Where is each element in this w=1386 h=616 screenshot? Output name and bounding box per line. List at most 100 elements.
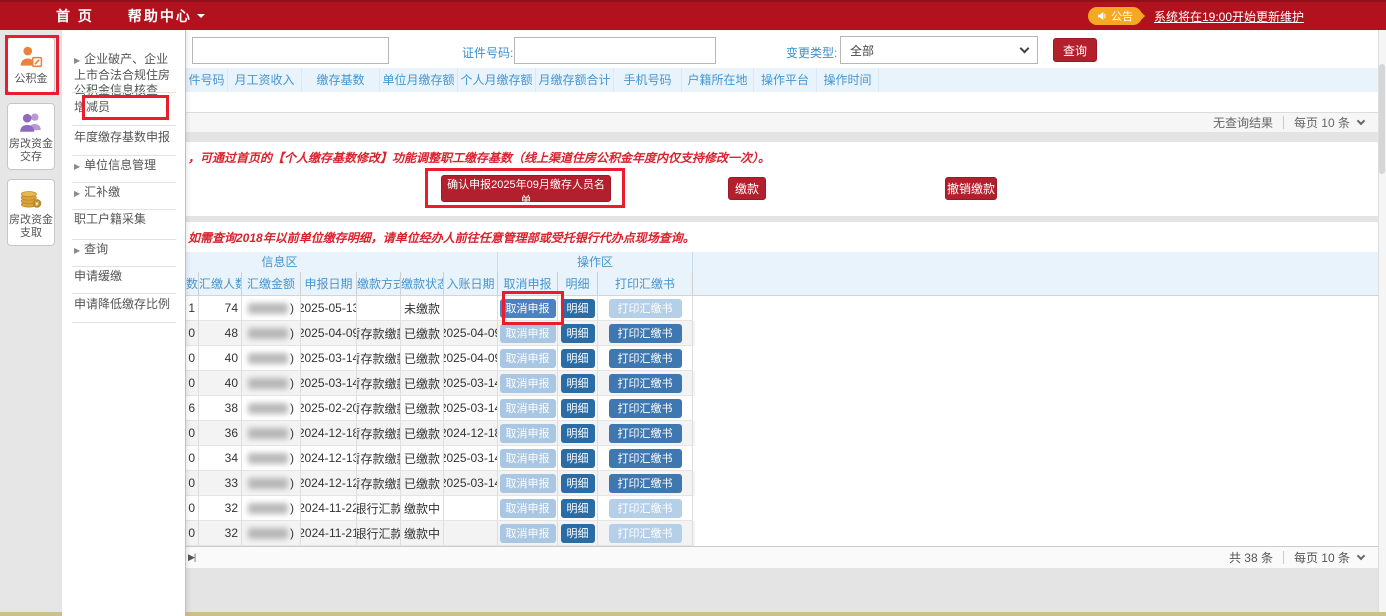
employee-col-header-3: 缴存基数	[302, 68, 380, 92]
amount-suffix: )	[290, 476, 294, 490]
menu-item-5[interactable]: ▶汇补缴	[74, 185, 180, 201]
pay-method-cell: 暂存款缴款	[357, 346, 401, 371]
rail-item-gongjijin[interactable]: 公积金	[7, 37, 55, 93]
extra-count-cell: 6	[186, 396, 199, 421]
entry-date-cell: 2025-03-14	[444, 396, 498, 421]
revoke-pay-button[interactable]: 撤销缴款	[945, 177, 997, 200]
amount-cell: )	[242, 496, 301, 521]
people-count-cell: 32	[199, 496, 242, 521]
print-remit-button[interactable]: 打印汇缴书	[609, 474, 682, 493]
employee-col-header-5: 个人月缴存额	[458, 68, 536, 92]
confirm-declare-button[interactable]: 确认申报2025年09月缴存人员名单	[441, 175, 611, 202]
detail-button-cell: 明细	[558, 396, 598, 421]
pay-button[interactable]: 缴款	[728, 177, 766, 200]
entry-date-cell: 2025-03-14	[444, 371, 498, 396]
divider	[1283, 116, 1284, 129]
entry-date-cell	[444, 521, 498, 546]
amount-suffix: )	[290, 376, 294, 390]
detail-button[interactable]: 明细	[561, 474, 595, 493]
redacted-amount	[248, 453, 288, 464]
menu-item-8[interactable]: 申请缓缴	[74, 269, 180, 284]
id-number-input[interactable]	[514, 37, 716, 64]
people-count-cell: 40	[199, 346, 242, 371]
menu-item-2[interactable]: 增减员	[74, 100, 180, 115]
detail-button[interactable]: 明细	[561, 424, 595, 443]
amount-suffix: )	[290, 501, 294, 515]
query-button[interactable]: 查询	[1053, 38, 1097, 62]
extra-count-cell: 0	[186, 521, 199, 546]
detail-button[interactable]: 明细	[561, 399, 595, 418]
menu-divider	[72, 125, 176, 126]
cancel-declare-button: 取消申报	[500, 424, 556, 443]
scrollbar-thumb[interactable]	[1379, 64, 1385, 174]
declare-date-cell: 2024-12-18	[301, 421, 357, 446]
menu-item-6[interactable]: 职工户籍采集	[74, 212, 180, 227]
people-icon	[18, 109, 44, 135]
print-remit-button[interactable]: 打印汇缴书	[609, 374, 682, 393]
redacted-amount	[248, 378, 288, 389]
redacted-amount	[248, 353, 288, 364]
detail-button[interactable]: 明细	[561, 374, 595, 393]
print-remit-button: 打印汇缴书	[609, 299, 682, 318]
menu-item-9[interactable]: 申请降低缴存比例	[74, 297, 180, 312]
detail-button-cell: 明细	[558, 421, 598, 446]
declare-date-cell: 2025-03-14	[301, 371, 357, 396]
pay-method-cell	[357, 296, 401, 321]
scroll-end-icon[interactable]: ▶|	[188, 552, 195, 563]
chevron-right-icon: ▶	[74, 162, 80, 171]
cancel-declare-button-cell: 取消申报	[498, 346, 558, 371]
id-number-label: 证件号码:	[462, 44, 513, 61]
change-type-select[interactable]: 全部	[840, 36, 1038, 64]
chevron-down-icon	[1020, 44, 1030, 54]
entry-date-cell: 2025-03-14	[444, 446, 498, 471]
print-remit-button[interactable]: 打印汇缴书	[609, 349, 682, 368]
cancel-declare-button[interactable]: 取消申报	[500, 299, 556, 318]
menu-item-7[interactable]: ▶查询	[74, 242, 180, 258]
maintenance-notice-link[interactable]: 系统将在19:00开始更新维护	[1154, 8, 1304, 25]
detail-button[interactable]: 明细	[561, 449, 595, 468]
extra-count-cell: 0	[186, 446, 199, 471]
people-count-cell: 74	[199, 296, 242, 321]
employee-table-toolbar: 无查询结果 每页 10 条	[62, 112, 1378, 132]
remit-col-header-10: 打印汇缴书	[598, 272, 693, 295]
amount-cell: )	[242, 396, 301, 421]
print-remit-button-cell: 打印汇缴书	[598, 421, 693, 446]
employee-col-header-9: 操作平台	[754, 68, 817, 92]
chevron-down-icon[interactable]	[1357, 117, 1365, 125]
nav-home[interactable]: 首 页	[56, 6, 94, 26]
redacted-amount	[248, 503, 288, 514]
people-count-cell: 48	[199, 321, 242, 346]
pay-status-cell: 未缴款	[401, 296, 444, 321]
menu-divider	[72, 182, 176, 183]
employee-col-header-8: 户籍所在地	[682, 68, 754, 92]
pay-method-cell: 暂存款缴款	[357, 321, 401, 346]
print-remit-button[interactable]: 打印汇缴书	[609, 399, 682, 418]
page-size-label: 每页 10 条	[1294, 114, 1350, 131]
query-section: 证件号码: 变更类型: 全部 查询 件号码月工资收入缴存基数单位月缴存额个人月缴…	[62, 30, 1378, 132]
pay-method-cell: 暂存款缴款	[357, 421, 401, 446]
pay-status-cell: 已缴款	[401, 471, 444, 496]
print-remit-button[interactable]: 打印汇缴书	[609, 424, 682, 443]
declare-date-cell: 2025-03-14	[301, 346, 357, 371]
detail-button[interactable]: 明细	[561, 299, 595, 318]
menu-divider	[72, 266, 176, 267]
print-remit-button[interactable]: 打印汇缴书	[609, 449, 682, 468]
amount-suffix: )	[290, 326, 294, 340]
chevron-down-icon[interactable]	[1357, 552, 1365, 560]
detail-button[interactable]: 明细	[561, 324, 595, 343]
nav-help-center[interactable]: 帮助中心	[128, 6, 205, 26]
detail-button[interactable]: 明细	[561, 499, 595, 518]
menu-item-3[interactable]: 年度缴存基数申报	[74, 130, 180, 145]
detail-button[interactable]: 明细	[561, 349, 595, 368]
cancel-declare-button-cell: 取消申报	[498, 421, 558, 446]
rail-item-fanggai-deposit[interactable]: 房改资金交存	[7, 103, 55, 170]
rail-item-fanggai-withdraw[interactable]: ¥ 房改资金支取	[7, 179, 55, 246]
detail-button[interactable]: 明细	[561, 524, 595, 543]
print-remit-button[interactable]: 打印汇缴书	[609, 324, 682, 343]
menu-item-4[interactable]: ▶单位信息管理	[74, 158, 180, 174]
keyword-input[interactable]	[192, 37, 389, 64]
pay-status-cell: 已缴款	[401, 446, 444, 471]
page-scrollbar[interactable]	[1378, 30, 1386, 616]
entry-date-cell: 2024-12-18	[444, 421, 498, 446]
remit-col-header-4: 申报日期	[301, 272, 357, 295]
